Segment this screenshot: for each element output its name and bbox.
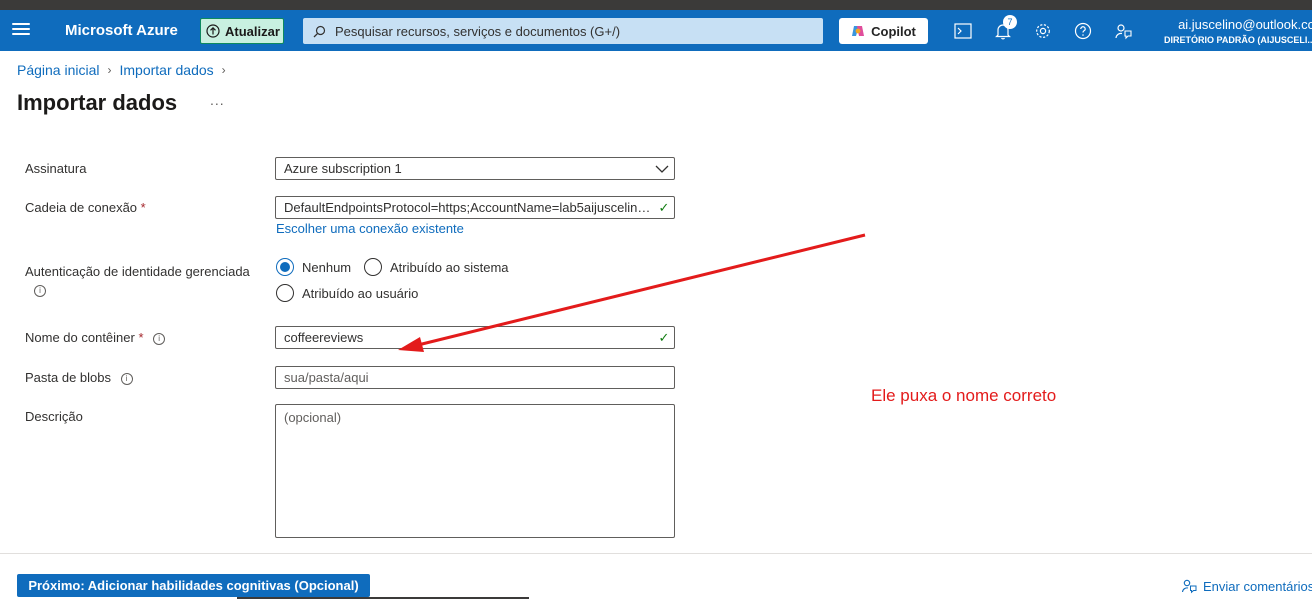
- feedback-label: Enviar comentários: [1203, 578, 1312, 594]
- help-question-icon[interactable]: [1073, 21, 1093, 41]
- notification-count-badge: 7: [1003, 15, 1017, 29]
- account-menu[interactable]: ai.juscelino@outlook.co DIRETÓRIO PADRÃO…: [1164, 17, 1312, 45]
- global-search-input[interactable]: Pesquisar recursos, serviços e documento…: [303, 18, 823, 44]
- next-button[interactable]: Próximo: Adicionar habilidades cognitiva…: [17, 574, 370, 597]
- copilot-label: Copilot: [871, 23, 916, 39]
- info-icon[interactable]: i: [120, 372, 133, 385]
- connection-string-label-text: Cadeia de conexão: [25, 200, 138, 215]
- description-placeholder: (opcional): [284, 410, 342, 425]
- subscription-dropdown[interactable]: Azure subscription 1: [275, 157, 675, 180]
- identity-option-none[interactable]: Nenhum: [276, 258, 351, 276]
- chevron-right-icon: ›: [107, 63, 112, 77]
- required-marker: *: [140, 200, 146, 215]
- checkmark-icon: ✓: [658, 329, 670, 345]
- chevron-right-icon: ›: [221, 63, 226, 77]
- arrow-up-circle-icon: [206, 24, 220, 38]
- notifications-bell-icon[interactable]: 7: [993, 15, 1017, 41]
- breadcrumb: Página inicial › Importar dados ›: [17, 62, 234, 78]
- container-name-label-text: Nome do contêiner: [25, 330, 135, 345]
- window-top-strip: [0, 0, 1312, 10]
- radio-unselected-icon: [364, 258, 382, 276]
- identity-option-label: Nenhum: [302, 259, 352, 275]
- update-button-label: Atualizar: [225, 23, 280, 39]
- blob-folder-placeholder: sua/pasta/aqui: [284, 370, 369, 385]
- managed-identity-label-text: Autenticação de identidade gerenciada: [25, 264, 250, 279]
- container-name-label: Nome do contêiner * i: [25, 330, 166, 345]
- copilot-button[interactable]: Copilot: [839, 18, 928, 44]
- identity-option-label: Atribuído ao usuário: [302, 285, 419, 301]
- settings-gear-icon[interactable]: [1033, 21, 1053, 41]
- feedback-person-icon: [1181, 579, 1197, 594]
- identity-option-label: Atribuído ao sistema: [390, 259, 509, 275]
- account-directory: DIRETÓRIO PADRÃO (AIJUSCELI...: [1164, 35, 1312, 45]
- azure-brand-link[interactable]: Microsoft Azure: [65, 22, 178, 39]
- copilot-icon: [852, 26, 865, 36]
- search-placeholder: Pesquisar recursos, serviços e documento…: [335, 23, 621, 39]
- feedback-person-icon[interactable]: [1113, 21, 1133, 41]
- managed-identity-label: Autenticação de identidade gerenciada i: [25, 263, 260, 299]
- required-marker: *: [138, 330, 144, 345]
- footer-divider: [0, 553, 1312, 554]
- identity-option-system[interactable]: Atribuído ao sistema: [364, 258, 509, 276]
- more-options-icon[interactable]: ...: [210, 92, 225, 108]
- container-name-input[interactable]: coffeereviews ✓: [275, 326, 675, 349]
- container-name-value: coffeereviews: [284, 330, 364, 345]
- subscription-label: Assinatura: [25, 161, 87, 176]
- identity-option-user[interactable]: Atribuído ao usuário: [276, 284, 418, 302]
- checkmark-icon: ✓: [658, 199, 670, 215]
- info-icon[interactable]: i: [153, 332, 166, 345]
- connection-string-input[interactable]: DefaultEndpointsProtocol=https;AccountNa…: [275, 196, 675, 219]
- search-icon: [313, 25, 326, 37]
- radio-unselected-icon: [276, 284, 294, 302]
- blob-folder-label: Pasta de blobs i: [25, 370, 133, 385]
- chevron-down-icon: [655, 165, 669, 173]
- breadcrumb-current-link[interactable]: Importar dados: [120, 62, 214, 78]
- breadcrumb-home-link[interactable]: Página inicial: [17, 62, 100, 78]
- blob-folder-input[interactable]: sua/pasta/aqui: [275, 366, 675, 389]
- description-label: Descrição: [25, 409, 83, 424]
- account-email: ai.juscelino@outlook.co: [1178, 17, 1312, 32]
- hamburger-menu-icon[interactable]: [12, 23, 30, 37]
- page-title: Importar dados: [17, 90, 178, 115]
- update-button[interactable]: Atualizar: [200, 18, 284, 44]
- send-feedback-link[interactable]: Enviar comentários: [1181, 578, 1312, 594]
- subscription-value: Azure subscription 1: [284, 161, 402, 176]
- info-icon[interactable]: i: [34, 284, 46, 297]
- choose-existing-connection-link[interactable]: Escolher uma conexão existente: [276, 221, 464, 236]
- description-textarea[interactable]: (opcional): [275, 404, 675, 538]
- top-navigation-bar: Microsoft Azure Atualizar Pesquisar recu…: [0, 10, 1312, 51]
- connection-string-label: Cadeia de conexão *: [25, 200, 146, 215]
- annotation-text: Ele puxa o nome correto: [871, 386, 1057, 405]
- cloud-shell-icon[interactable]: [953, 21, 973, 41]
- connection-string-value: DefaultEndpointsProtocol=https;AccountNa…: [284, 200, 654, 215]
- blob-folder-label-text: Pasta de blobs: [25, 370, 112, 385]
- radio-selected-icon: [276, 258, 294, 276]
